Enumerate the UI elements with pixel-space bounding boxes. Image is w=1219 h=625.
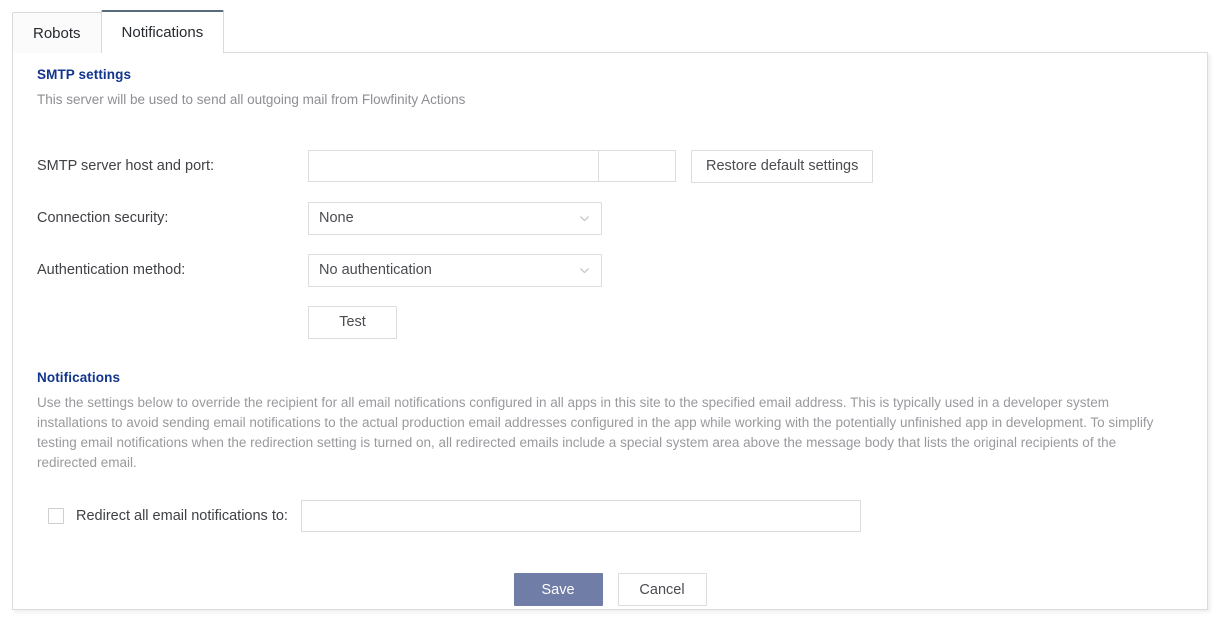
redirect-email-label: Redirect all email notifications to:	[76, 508, 288, 524]
smtp-host-row: SMTP server host and port: Restore defau…	[37, 140, 1183, 192]
notifications-section-title: Notifications	[37, 370, 121, 385]
settings-panel-content: SMTP settings This server will be used t…	[13, 53, 1207, 609]
chevron-down-icon	[578, 212, 591, 225]
settings-panel: SMTP settings This server will be used t…	[12, 52, 1208, 610]
connection-security-label: Connection security:	[37, 210, 169, 226]
smtp-form: SMTP server host and port: Restore defau…	[37, 140, 1183, 348]
connection-security-select[interactable]: None	[308, 201, 602, 235]
tab-notifications[interactable]: Notifications	[100, 10, 225, 53]
smtp-section-description: This server will be used to send all out…	[37, 92, 466, 107]
connection-security-value: None	[319, 210, 354, 226]
test-button[interactable]: Test	[308, 305, 397, 339]
tab-robots[interactable]: Robots	[12, 12, 102, 53]
smtp-test-row: Test	[37, 296, 1183, 348]
tab-robots-label: Robots	[33, 24, 81, 42]
chevron-down-icon	[578, 264, 591, 277]
notifications-section: Notifications Use the settings below to …	[37, 370, 1183, 532]
smtp-host-input-group: Restore default settings	[308, 149, 874, 183]
smtp-port-input[interactable]	[598, 150, 676, 182]
redirect-email-checkbox[interactable]	[48, 508, 64, 524]
redirect-email-row: Redirect all email notifications to:	[37, 500, 1183, 532]
smtp-host-label: SMTP server host and port:	[37, 158, 215, 174]
authentication-method-value: No authentication	[319, 262, 432, 278]
authentication-method-select[interactable]: No authentication	[308, 253, 602, 287]
authentication-method-label: Authentication method:	[37, 262, 186, 278]
notifications-section-description: Use the settings below to override the r…	[37, 395, 1154, 470]
save-button[interactable]: Save	[513, 573, 603, 606]
cancel-button[interactable]: Cancel	[617, 573, 707, 606]
connection-security-row: Connection security: None	[37, 192, 1183, 244]
redirect-email-input[interactable]	[300, 500, 861, 532]
tab-strip: Robots Notifications	[12, 10, 225, 53]
smtp-section-title: SMTP settings	[37, 67, 132, 82]
smtp-host-input[interactable]	[308, 150, 598, 182]
restore-default-settings-button[interactable]: Restore default settings	[691, 149, 874, 183]
form-actions: Save Cancel	[37, 573, 1183, 606]
authentication-method-row: Authentication method: No authentication	[37, 244, 1183, 296]
tab-notifications-label: Notifications	[121, 24, 204, 41]
app-screen: Robots Notifications SMTP settings This …	[0, 0, 1219, 625]
